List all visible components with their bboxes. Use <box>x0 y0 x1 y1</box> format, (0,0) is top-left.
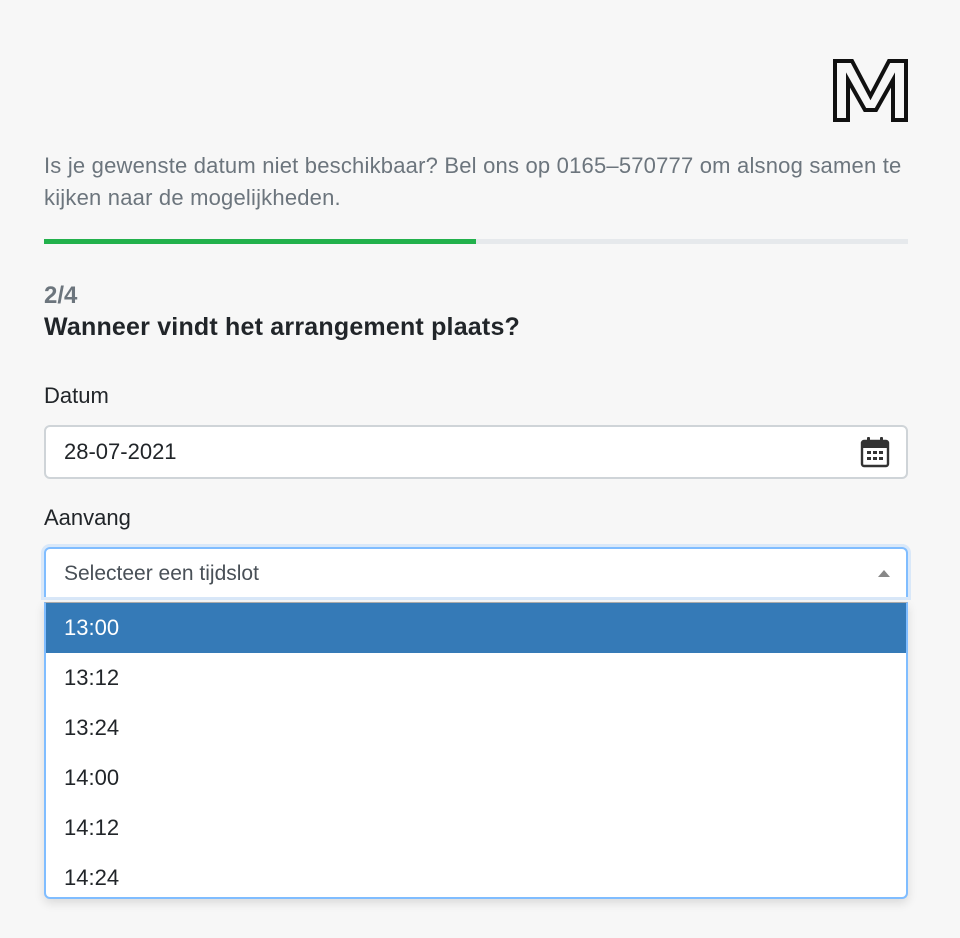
timeslot-placeholder: Selecteer een tijdslot <box>64 562 259 585</box>
caret-up-icon[interactable] <box>878 570 890 577</box>
timeslot-option[interactable]: 13:12 <box>46 653 906 703</box>
timeslot-option[interactable]: 14:12 <box>46 803 906 853</box>
date-value: 28-07-2021 <box>64 439 177 464</box>
timeslot-dropdown: 13:00 13:12 13:24 14:00 14:12 14:24 <box>44 602 908 899</box>
progress-bar-fill <box>44 239 476 244</box>
step-counter: 2/4 <box>44 282 78 309</box>
page-title: Wanneer vindt het arrangement plaats? <box>44 313 521 341</box>
date-label: Datum <box>44 383 109 408</box>
brand-logo <box>833 59 908 122</box>
start-time-label: Aanvang <box>44 505 131 530</box>
timeslot-option[interactable]: 13:24 <box>46 703 906 753</box>
date-input[interactable]: 28-07-2021 <box>44 425 908 479</box>
timeslot-option[interactable]: 13:00 <box>46 603 906 653</box>
calendar-icon[interactable] <box>860 436 890 468</box>
progress-bar <box>44 239 908 244</box>
availability-notice: Is je gewenste datum niet beschikbaar? B… <box>44 153 902 210</box>
timeslot-select[interactable]: Selecteer een tijdslot <box>44 547 908 597</box>
timeslot-option[interactable]: 14:24 <box>46 853 906 897</box>
timeslot-option[interactable]: 14:00 <box>46 753 906 803</box>
